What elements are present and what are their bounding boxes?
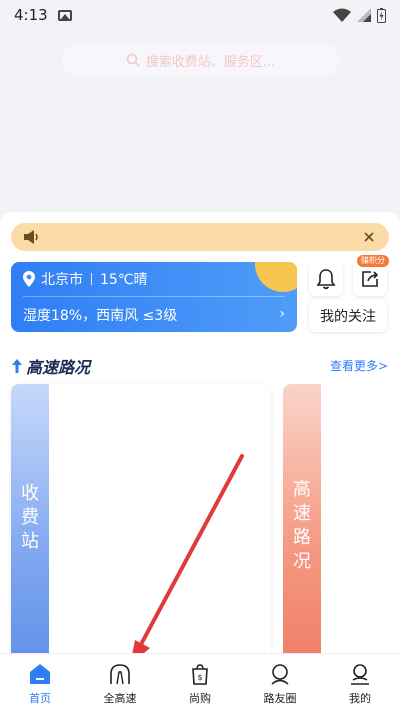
weather-divider — [23, 296, 285, 297]
toll-station-label: 收 费 站 — [11, 482, 49, 554]
speaker-icon — [24, 230, 38, 244]
close-icon — [364, 232, 374, 242]
share-button[interactable] — [353, 262, 387, 296]
nav-item-all-highways[interactable]: 全高速 — [80, 654, 160, 711]
highway-status-label: 高 速 路 况 — [283, 478, 321, 574]
bell-icon — [316, 269, 336, 290]
signal-icon — [357, 8, 371, 22]
user-icon — [347, 662, 373, 686]
highway-status-tab[interactable]: 高 速 路 况 — [283, 384, 321, 662]
highway-tunnel-icon — [107, 662, 133, 686]
shopping-bag-icon: $ — [187, 662, 213, 686]
nav-item-profile[interactable]: 我的 — [320, 654, 400, 711]
section-title: 高速路况 — [26, 358, 91, 377]
status-icons — [333, 7, 386, 23]
share-icon — [362, 271, 379, 287]
toll-station-panel[interactable]: 收 费 站 — [11, 384, 271, 662]
weather-separator — [91, 273, 92, 285]
toll-station-char: 站 — [21, 531, 39, 552]
highway-status-char: 速 — [293, 503, 311, 524]
bottom-navigation: 首页 全高速 $ 尚购 路友圈 我的 — [0, 653, 400, 711]
search-placeholder: 搜索收费站、服务区... — [145, 54, 276, 70]
toll-station-char: 收 — [21, 483, 39, 504]
section-header: 高速路况 — [12, 354, 90, 378]
nav-item-home[interactable]: 首页 — [0, 654, 80, 711]
nav-label: 我的 — [349, 692, 371, 705]
weather-card[interactable]: 北京市 15℃晴 湿度18%，西南风 ≤3级 › — [11, 262, 297, 332]
battery-charging-icon — [377, 7, 386, 23]
search-icon — [126, 53, 140, 67]
gallery-notification-icon — [57, 9, 72, 21]
highway-status-char: 高 — [293, 479, 311, 500]
notification-button[interactable] — [309, 262, 343, 296]
nav-label: 路友圈 — [263, 692, 297, 705]
highway-status-char: 路 — [293, 527, 311, 548]
nav-item-community[interactable]: 路友圈 — [240, 654, 320, 711]
nav-label: 全高速 — [103, 692, 137, 705]
points-badge[interactable]: 赚积分 — [357, 255, 389, 267]
toll-station-char: 费 — [21, 507, 39, 528]
sun-decoration — [255, 262, 297, 292]
nav-label: 尚购 — [189, 692, 211, 705]
toll-station-tab[interactable]: 收 费 站 — [11, 384, 49, 662]
svg-text:$: $ — [197, 673, 202, 682]
highway-status-char: 况 — [293, 551, 311, 572]
weather-condition: 15℃晴 — [100, 272, 148, 288]
my-follow-button[interactable]: 我的关注 — [309, 300, 387, 332]
weather-detail: 湿度18%，西南风 ≤3级 — [23, 308, 178, 324]
highway-status-panel[interactable]: 高 速 路 况 — [283, 384, 400, 662]
weather-city: 北京市 — [41, 272, 83, 288]
search-bar[interactable]: 搜索收费站、服务区... — [62, 43, 339, 77]
up-arrow-icon — [12, 359, 22, 373]
home-icon — [27, 662, 53, 686]
community-icon — [267, 662, 293, 686]
status-bar: 4:13 — [0, 0, 400, 30]
weather-summary: 北京市 15℃晴 — [23, 270, 148, 288]
see-more-link[interactable]: 查看更多> — [330, 357, 388, 374]
notice-close-button[interactable] — [359, 227, 379, 247]
wifi-icon — [333, 8, 351, 22]
location-pin-icon — [23, 271, 35, 287]
chevron-right-icon: › — [279, 306, 285, 322]
home-content-sheet: 北京市 15℃晴 湿度18%，西南风 ≤3级 › 赚积分 我的关注 高速路况 查… — [0, 212, 400, 662]
notice-bar[interactable] — [11, 223, 389, 251]
status-time: 4:13 — [14, 6, 48, 24]
nav-item-shop[interactable]: $ 尚购 — [160, 654, 240, 711]
nav-label: 首页 — [29, 692, 51, 705]
